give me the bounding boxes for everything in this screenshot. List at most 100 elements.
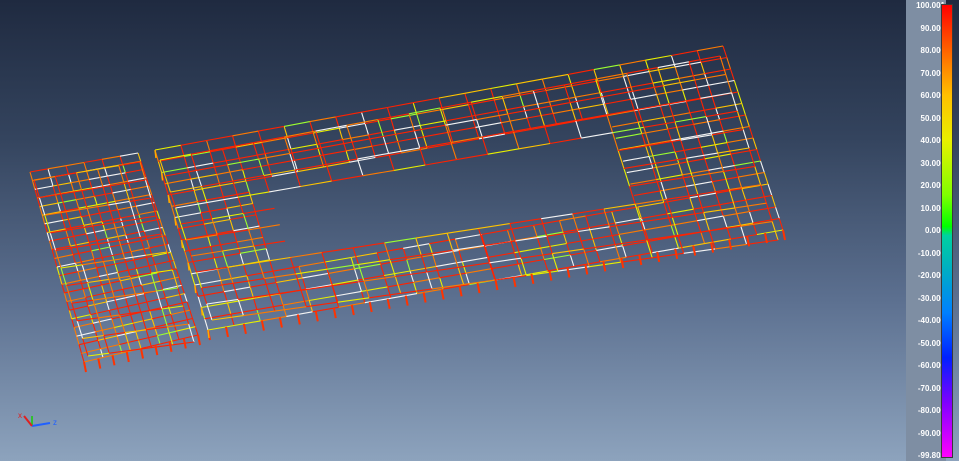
frame-member: [681, 174, 687, 187]
frame-member: [501, 96, 509, 115]
frame-member: [237, 191, 270, 198]
frame-member: [71, 178, 90, 184]
frame-member: [87, 352, 110, 357]
scale-tick: -80.000: [917, 406, 945, 415]
frame-member: [236, 241, 241, 254]
frame-member: [693, 119, 720, 125]
frame-member: [167, 243, 172, 253]
frame-member: [100, 343, 120, 350]
frame-member: [387, 102, 414, 109]
main-building-frame[interactable]: [154, 45, 784, 331]
frame-member: [65, 165, 70, 175]
frame-member: [669, 97, 701, 105]
frame-member: [221, 250, 229, 268]
frame-member: [321, 247, 354, 254]
frame-member: [506, 229, 512, 242]
frame-member: [644, 144, 650, 157]
frame-member: [620, 257, 625, 269]
frame-member: [154, 149, 157, 159]
frame-member: [175, 202, 207, 209]
frame-member: [726, 137, 754, 144]
frame-member: [132, 322, 137, 332]
frame-member: [737, 176, 743, 189]
frame-member: [108, 310, 113, 320]
frame-member: [704, 238, 731, 245]
frame-member: [104, 225, 124, 231]
frame-member: [107, 234, 126, 240]
structural-model[interactable]: [0, 0, 906, 461]
frame-member: [377, 119, 384, 137]
frame-member: [70, 182, 75, 192]
frame-member: [707, 85, 713, 97]
scale-tick: -10.000: [917, 248, 945, 258]
frame-member: [612, 121, 639, 128]
frame-member: [649, 139, 681, 146]
frame-member: [380, 264, 385, 276]
frame-member: [260, 320, 265, 331]
frame-member: [626, 87, 632, 100]
frame-member: [663, 112, 690, 119]
frame-member: [393, 130, 399, 142]
scale-tick: 80.000: [920, 46, 945, 55]
frame-member: [172, 260, 177, 269]
frame-member: [201, 302, 228, 309]
frame-member: [201, 282, 234, 289]
frame-member: [680, 139, 687, 159]
frame-member: [125, 351, 130, 363]
frame-member: [494, 275, 527, 281]
frame-member: [255, 214, 260, 227]
frame-member: [663, 202, 668, 214]
frame-member: [618, 229, 646, 235]
frame-member: [452, 250, 459, 268]
frame-member: [65, 161, 85, 167]
frame-member: [122, 289, 127, 298]
frame-member: [324, 256, 352, 263]
frame-member: [738, 171, 765, 178]
frame-member: [200, 207, 227, 214]
frame-member: [71, 299, 94, 304]
frame-member: [722, 215, 728, 228]
frame-member: [210, 241, 237, 248]
frame-member: [458, 250, 463, 262]
frame-member: [536, 236, 542, 249]
frame-member: [615, 133, 642, 139]
frame-member: [540, 218, 548, 237]
frame-member: [413, 97, 440, 104]
frame-member: [103, 293, 108, 303]
frame-member: [278, 317, 283, 328]
frame-member: [283, 121, 311, 127]
frame-member: [338, 128, 344, 140]
frame-member: [159, 153, 192, 161]
frame-member: [689, 107, 716, 114]
frame-member: [47, 168, 52, 178]
frame-member: [52, 182, 72, 187]
frame-member: [154, 264, 159, 273]
frame-member: [191, 250, 223, 257]
frame-member: [157, 330, 177, 337]
frame-member: [736, 111, 744, 130]
frame-member: [200, 307, 204, 316]
frame-member: [700, 142, 728, 148]
frame-member: [700, 62, 706, 74]
frame-member: [175, 268, 180, 278]
frame-member: [219, 185, 224, 198]
frame-member: [167, 194, 171, 204]
frame-member: [611, 211, 616, 224]
frame-member: [226, 302, 232, 315]
left-building-frame[interactable]: [29, 152, 199, 363]
frame-member: [731, 92, 738, 112]
frame-member: [194, 326, 199, 336]
frame-member: [242, 264, 248, 276]
frame-member: [90, 309, 110, 316]
frame-member: [93, 196, 98, 205]
frame-member: [173, 317, 193, 324]
frame-member: [464, 87, 491, 94]
frame-member: [384, 237, 416, 244]
frame-member: [678, 78, 684, 91]
frame-member: [457, 267, 465, 285]
frame-member: [235, 146, 240, 159]
frame-member: [645, 54, 672, 61]
frame-member: [49, 177, 54, 187]
3d-viewport[interactable]: [0, 0, 959, 461]
frame-member: [346, 145, 373, 152]
